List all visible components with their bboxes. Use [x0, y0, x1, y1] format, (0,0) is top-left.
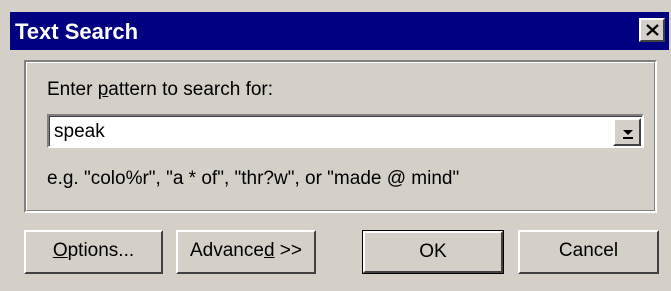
text-search-dialog: Text Search Enter pattern to search for:… — [0, 0, 671, 291]
ok-button[interactable]: OK — [362, 230, 504, 274]
search-example-hint: e.g. "colo%r", "a * of", "thr?w", or "ma… — [47, 168, 460, 189]
dropdown-button[interactable] — [613, 118, 641, 146]
window-title: Text Search — [15, 19, 139, 44]
advanced-button[interactable]: Advanced >> — [176, 230, 316, 274]
search-prompt-label: Enter pattern to search for: — [47, 79, 274, 100]
close-button[interactable] — [639, 18, 665, 42]
options-button[interactable]: Options... — [24, 230, 163, 274]
ok-button-label: OK — [419, 241, 447, 262]
search-pattern-input[interactable]: speak — [54, 121, 105, 143]
close-icon — [646, 24, 659, 36]
cancel-button[interactable]: Cancel — [518, 230, 659, 274]
chevron-down-icon — [623, 130, 633, 139]
search-pattern-combobox[interactable]: speak — [47, 114, 644, 148]
title-bar[interactable]: Text Search — [10, 12, 669, 50]
search-group-box: Enter pattern to search for: speak e.g. … — [24, 60, 657, 213]
